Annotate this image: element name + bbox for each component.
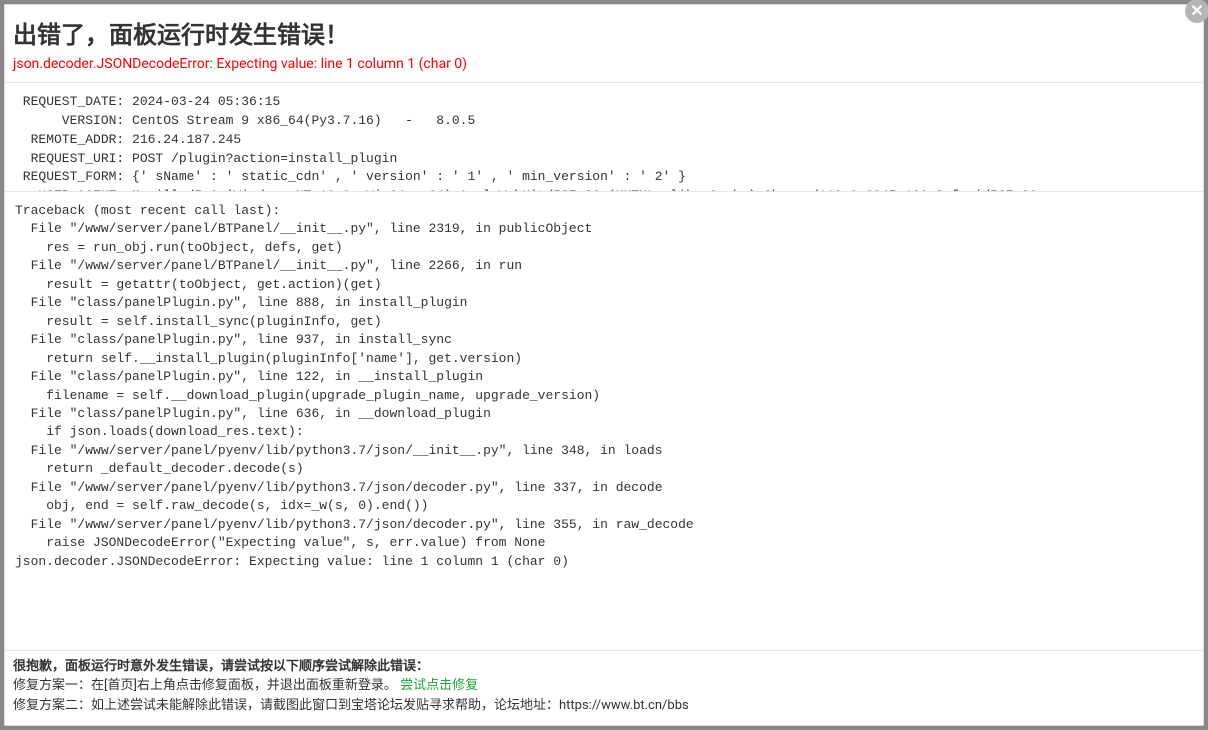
close-icon: ✕ [1190,1,1203,20]
error-modal: ✕ 出错了，面板运行时发生错误！ json.decoder.JSONDecode… [4,4,1204,726]
fix-option-2: 修复方案二：如上述尝试未能解除此错误，请截图此窗口到宝塔论坛发贴寻求帮助，论坛地… [13,696,1195,716]
request-info-block[interactable]: REQUEST_DATE: 2024-03-24 05:36:15 VERSIO… [5,82,1203,192]
fix1-text: 修复方案一：在[首页]右上角点击修复面板，并退出面板重新登录。 [13,678,397,693]
repair-link[interactable]: 尝试点击修复 [400,678,478,693]
traceback-block[interactable]: Traceback (most recent call last): File … [5,192,1203,651]
modal-title: 出错了，面板运行时发生错误！ [5,5,1203,56]
apology-line: 很抱歉，面板运行时意外发生错误，请尝试按以下顺序尝试解除此错误： [13,657,1195,677]
fix-option-1: 修复方案一：在[首页]右上角点击修复面板，并退出面板重新登录。 尝试点击修复 [13,676,1195,696]
footer-help: 很抱歉，面板运行时意外发生错误，请尝试按以下顺序尝试解除此错误： 修复方案一：在… [5,651,1203,726]
error-message: json.decoder.JSONDecodeError: Expecting … [5,56,1203,82]
close-button[interactable]: ✕ [1185,0,1208,23]
